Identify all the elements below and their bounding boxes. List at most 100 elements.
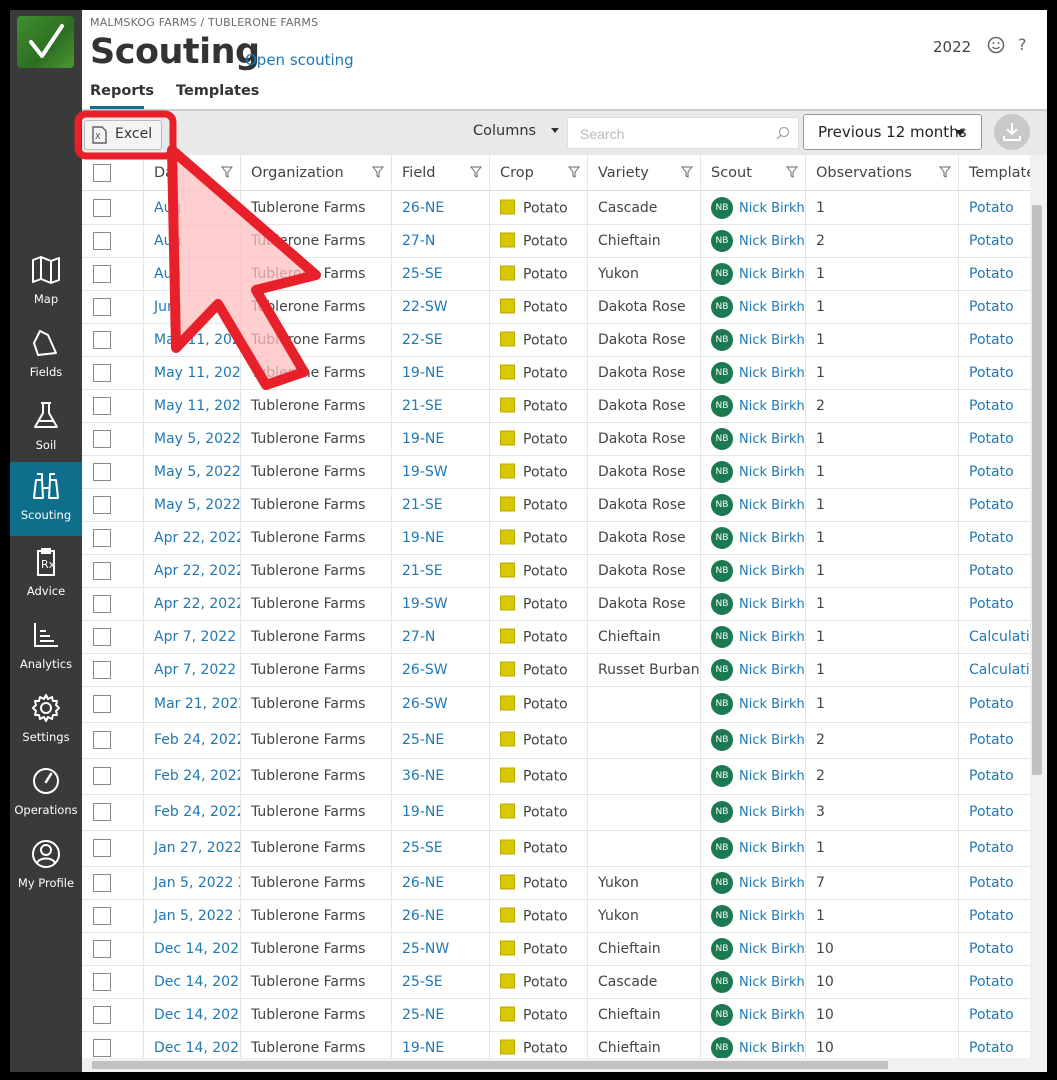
sidebar-item-soil[interactable]: Soil: [10, 392, 82, 464]
report-date-link[interactable]: Apr 7, 2022 1:: [154, 662, 240, 678]
field-link[interactable]: 26-NE: [402, 875, 444, 891]
scout-name-link[interactable]: Nick Birkhir: [739, 909, 805, 924]
vertical-scrollbar[interactable]: [1030, 155, 1047, 1058]
template-link[interactable]: Potato: [969, 464, 1014, 480]
template-link[interactable]: Potato: [969, 233, 1014, 249]
scout-name-link[interactable]: Nick Birkhir: [739, 1008, 805, 1023]
field-link[interactable]: 26-NE: [402, 908, 444, 924]
row-checkbox[interactable]: [93, 695, 111, 713]
template-link[interactable]: Potato: [969, 1007, 1014, 1023]
report-date-link[interactable]: Dec 14, 2021 3: [154, 941, 240, 957]
scout-name-link[interactable]: Nick Birkhir: [739, 597, 805, 612]
scout-name-link[interactable]: Nick Birkhir: [739, 366, 805, 381]
template-link[interactable]: Calculation: [969, 629, 1030, 645]
report-date-link[interactable]: May 11, 2022 1: [154, 398, 240, 414]
table-row[interactable]: May 5, 2022 1 Tublerone Farms 21-SE Potato D…: [82, 488, 1030, 522]
template-link[interactable]: Potato: [969, 974, 1014, 990]
report-date-link[interactable]: Feb 24, 2022 2: [154, 768, 240, 784]
field-link[interactable]: 21-SE: [402, 563, 443, 579]
report-date-link[interactable]: Apr 22, 2022 1: [154, 563, 240, 579]
scout-name-link[interactable]: Nick Birkhir: [739, 769, 805, 784]
row-checkbox[interactable]: [93, 660, 111, 679]
scout-name-link[interactable]: Nick Birkhir: [739, 465, 805, 480]
table-row[interactable]: Jan 5, 2022 2:3 Tublerone Farms 26-NE Potat…: [82, 866, 1030, 900]
report-date-link[interactable]: Apr 22, 2022 1: [154, 596, 240, 612]
table-row[interactable]: Aug Tublerone Farms 25-SE Potato Yukon NB Nick…: [82, 257, 1030, 291]
field-link[interactable]: 19-NE: [402, 804, 444, 820]
row-checkbox[interactable]: [93, 561, 111, 580]
field-link[interactable]: 25-SE: [402, 974, 443, 990]
row-checkbox[interactable]: [93, 396, 111, 415]
scout-name-link[interactable]: Nick Birkhir: [739, 630, 805, 645]
report-date-link[interactable]: May 11, 2022: [154, 332, 240, 348]
report-date-link[interactable]: Jun: [154, 299, 176, 315]
row-checkbox[interactable]: [93, 462, 111, 481]
horizontal-scrollbar[interactable]: [82, 1058, 1047, 1072]
filter-icon[interactable]: [681, 166, 693, 178]
field-link[interactable]: 19-SW: [402, 596, 448, 612]
filter-icon[interactable]: [470, 166, 482, 178]
field-link[interactable]: 19-SW: [402, 464, 448, 480]
row-checkbox[interactable]: [93, 1038, 111, 1057]
template-link[interactable]: Potato: [969, 563, 1014, 579]
help-icon[interactable]: ?: [1018, 35, 1027, 54]
table-row[interactable]: Jan 5, 2022 2:3 Tublerone Farms 26-NE Potat…: [82, 899, 1030, 933]
template-link[interactable]: Potato: [969, 398, 1014, 414]
table-row[interactable]: May 11, 2022 Tublerone Farms 19-NE Potato Da…: [82, 356, 1030, 390]
period-select[interactable]: Previous 12 months: [803, 114, 982, 150]
row-checkbox[interactable]: [93, 297, 111, 316]
row-checkbox[interactable]: [93, 528, 111, 547]
field-link[interactable]: 21-SE: [402, 398, 443, 414]
filter-icon[interactable]: [372, 166, 384, 178]
template-link[interactable]: Potato: [969, 332, 1014, 348]
field-link[interactable]: 36-NE: [402, 768, 444, 784]
template-link[interactable]: Potato: [969, 497, 1014, 513]
row-checkbox[interactable]: [93, 363, 111, 382]
sidebar-item-analytics[interactable]: Analytics: [10, 611, 82, 683]
field-link[interactable]: 19-NE: [402, 431, 444, 447]
column-header[interactable]: Organization: [241, 155, 392, 190]
field-link[interactable]: 25-NW: [402, 941, 449, 957]
breadcrumb[interactable]: MALMSKOG FARMS / TUBLERONE FARMS: [90, 16, 318, 29]
scout-name-link[interactable]: Nick Birkhir: [739, 399, 805, 414]
tab-templates[interactable]: Templates: [176, 83, 259, 99]
report-date-link[interactable]: Jan 5, 2022 2:3: [154, 908, 240, 924]
scout-name-link[interactable]: Nick Birkhir: [739, 876, 805, 891]
scout-name-link[interactable]: Nick Birkhir: [739, 432, 805, 447]
report-date-link[interactable]: Dec 14, 2021 3: [154, 1040, 240, 1056]
table-row[interactable]: Apr 22, 2022 1 Tublerone Farms 19-SW Potato…: [82, 587, 1030, 621]
field-link[interactable]: 27-N: [402, 629, 435, 645]
sidebar-item-my-profile[interactable]: My Profile: [10, 830, 82, 902]
column-header[interactable]: Crop: [490, 155, 588, 190]
table-row[interactable]: Feb 24, 2022 2 Tublerone Farms 25-NE Potato…: [82, 722, 1030, 759]
row-checkbox[interactable]: [93, 231, 111, 250]
row-checkbox[interactable]: [93, 330, 111, 349]
template-link[interactable]: Potato: [969, 365, 1014, 381]
scout-name-link[interactable]: Nick Birkhir: [739, 942, 805, 957]
template-link[interactable]: Potato: [969, 530, 1014, 546]
table-row[interactable]: Dec 14, 2021 3 Tublerone Farms 25-NE Potato…: [82, 998, 1030, 1032]
field-link[interactable]: 26-SW: [402, 696, 448, 712]
field-link[interactable]: 26-NE: [402, 200, 444, 216]
scout-name-link[interactable]: Nick Birkhir: [739, 564, 805, 579]
field-link[interactable]: 19-NE: [402, 530, 444, 546]
template-link[interactable]: Potato: [969, 840, 1014, 856]
report-date-link[interactable]: May 5, 2022 1: [154, 464, 240, 480]
scout-name-link[interactable]: Nick Birkhir: [739, 975, 805, 990]
scout-name-link[interactable]: Nick Birkhir: [739, 300, 805, 315]
field-link[interactable]: 25-NE: [402, 732, 444, 748]
filter-icon[interactable]: [221, 166, 233, 178]
scout-name-link[interactable]: Nick Birkhir: [739, 267, 805, 282]
search-input[interactable]: [578, 125, 772, 143]
table-row[interactable]: Apr 7, 2022 1: Tublerone Farms 26-SW Potato…: [82, 653, 1030, 687]
template-link[interactable]: Potato: [969, 908, 1014, 924]
sidebar-item-scouting[interactable]: Scouting: [10, 462, 82, 536]
table-row[interactable]: Feb 24, 2022 2 Tublerone Farms 19-NE Potato…: [82, 794, 1030, 831]
template-link[interactable]: Potato: [969, 200, 1014, 216]
tab-reports[interactable]: Reports: [90, 83, 154, 99]
row-checkbox[interactable]: [93, 972, 111, 991]
scout-name-link[interactable]: Nick Birkhir: [739, 234, 805, 249]
sidebar-item-settings[interactable]: Settings: [10, 684, 82, 756]
table-row[interactable]: May 11, 2022 1 Tublerone Farms 21-SE Potato…: [82, 389, 1030, 423]
table-row[interactable]: May 11, 2022 Tublerone Farms 22-SE Potato Da…: [82, 323, 1030, 357]
